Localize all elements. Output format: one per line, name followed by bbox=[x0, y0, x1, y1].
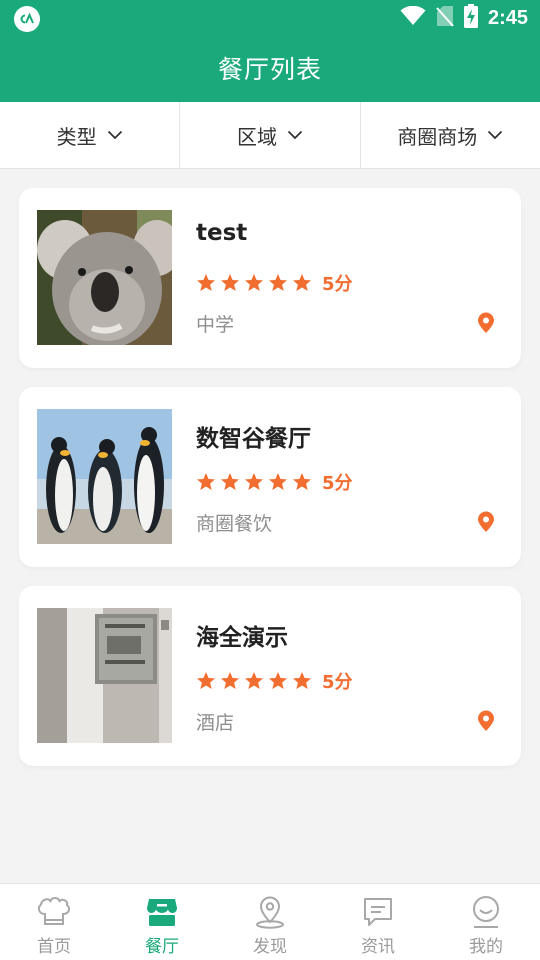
filter-label: 商圈商场 bbox=[397, 124, 478, 149]
star-icon bbox=[293, 274, 311, 291]
star-icon bbox=[221, 672, 239, 689]
restaurant-image-penguins bbox=[37, 409, 172, 544]
restaurant-category: 中学 bbox=[196, 314, 235, 336]
nav-tab-news[interactable]: 资讯 bbox=[324, 884, 432, 960]
location-pin-icon bbox=[256, 896, 284, 929]
restaurant-category: 酒店 bbox=[196, 712, 235, 734]
location-pin-icon[interactable] bbox=[477, 710, 495, 732]
star-icon bbox=[293, 473, 311, 490]
restaurant-image-office-door bbox=[37, 608, 172, 743]
location-pin-icon[interactable] bbox=[477, 511, 495, 533]
status-bar: 2:45 bbox=[0, 0, 540, 36]
restaurant-name: 海全演示 bbox=[196, 625, 288, 651]
no-sim-icon bbox=[436, 5, 454, 31]
star-icon bbox=[245, 672, 263, 689]
location-pin-icon[interactable] bbox=[477, 312, 495, 334]
bottom-nav: 首页 餐厅 发现 资讯 我的 bbox=[0, 883, 540, 960]
filter-type-dropdown[interactable]: 类型 bbox=[0, 102, 181, 168]
rating-score: 5分 bbox=[322, 672, 353, 693]
nav-label: 首页 bbox=[37, 937, 71, 957]
restaurant-image-koala bbox=[37, 210, 172, 345]
star-icon bbox=[197, 274, 215, 291]
star-icon bbox=[269, 672, 287, 689]
rating-score: 5分 bbox=[322, 274, 353, 295]
app-header: 2:45 餐厅列表 bbox=[0, 0, 540, 102]
star-rating: 5分 bbox=[196, 270, 353, 296]
filter-area-dropdown[interactable]: 区域 bbox=[180, 102, 361, 168]
restaurant-list: test 5分 中学 数智谷餐厅 5分 商圈餐饮 海全演示 5分 酒店 bbox=[19, 188, 521, 785]
filter-mall-dropdown[interactable]: 商圈商场 bbox=[361, 102, 540, 168]
status-time: 2:45 bbox=[487, 6, 528, 29]
star-rating: 5分 bbox=[196, 668, 353, 694]
restaurant-category: 商圈餐饮 bbox=[196, 513, 273, 535]
message-icon bbox=[364, 898, 392, 926]
chevron-down-icon bbox=[488, 130, 503, 140]
star-icon bbox=[221, 274, 239, 291]
star-icon bbox=[197, 473, 215, 490]
nav-label: 发现 bbox=[253, 937, 287, 957]
rating-score: 5分 bbox=[322, 473, 353, 494]
star-icon bbox=[269, 274, 287, 291]
nav-tab-restaurants[interactable]: 餐厅 bbox=[108, 884, 216, 960]
star-icon bbox=[197, 672, 215, 689]
profile-smile-icon bbox=[473, 896, 499, 928]
wifi-icon bbox=[400, 5, 426, 30]
app-notification-icon bbox=[14, 6, 40, 32]
restaurant-card[interactable]: 海全演示 5分 酒店 bbox=[19, 586, 521, 766]
restaurant-card[interactable]: 数智谷餐厅 5分 商圈餐饮 bbox=[19, 387, 521, 567]
restaurant-name: test bbox=[196, 220, 248, 246]
star-icon bbox=[269, 473, 287, 490]
store-icon bbox=[147, 899, 177, 926]
star-icon bbox=[245, 473, 263, 490]
chevron-down-icon bbox=[107, 130, 122, 140]
star-rating: 5分 bbox=[196, 469, 353, 495]
nav-label: 我的 bbox=[469, 937, 503, 957]
battery-charging-icon bbox=[463, 4, 478, 32]
star-icon bbox=[293, 672, 311, 689]
filter-label: 区域 bbox=[236, 124, 277, 149]
nav-tab-home[interactable]: 首页 bbox=[0, 884, 108, 960]
restaurant-card[interactable]: test 5分 中学 bbox=[19, 188, 521, 368]
filter-bar: 类型 区域 商圈商场 bbox=[0, 102, 540, 169]
filter-label: 类型 bbox=[56, 124, 97, 149]
nav-tab-discover[interactable]: 发现 bbox=[216, 884, 324, 960]
nav-tab-profile[interactable]: 我的 bbox=[432, 884, 540, 960]
chevron-down-icon bbox=[287, 130, 303, 140]
star-icon bbox=[245, 274, 263, 291]
restaurant-name: 数智谷餐厅 bbox=[196, 426, 311, 452]
star-icon bbox=[221, 473, 239, 490]
page-title: 餐厅列表 bbox=[217, 55, 322, 84]
home-chef-icon bbox=[37, 897, 71, 925]
nav-label: 资讯 bbox=[361, 937, 395, 957]
nav-label: 餐厅 bbox=[145, 937, 179, 957]
